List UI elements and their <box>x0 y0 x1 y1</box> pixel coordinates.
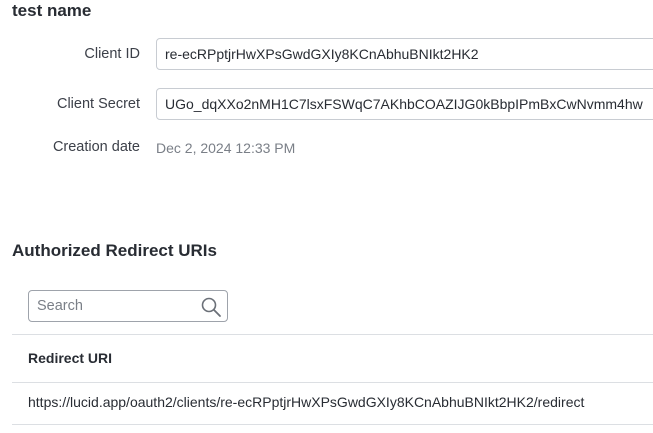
oauth-client-details: test name Client ID re-ecRPptjrHwXPsGwdG… <box>0 0 653 433</box>
client-name-heading: test name <box>12 1 92 20</box>
table-header-divider <box>12 382 653 383</box>
table-row-divider <box>12 424 653 425</box>
search-input[interactable] <box>29 291 197 321</box>
column-header-redirect-uri: Redirect URI <box>28 350 113 366</box>
redirect-uris-heading: Authorized Redirect URIs <box>12 241 217 260</box>
creation-date-label: Creation date <box>52 139 140 155</box>
search-icon[interactable] <box>200 296 222 318</box>
client-secret-label: Client Secret <box>56 96 140 112</box>
client-id-label: Client ID <box>84 46 140 62</box>
search-box[interactable] <box>28 290 228 322</box>
client-secret-field[interactable]: UGo_dqXXo2nMH1C7lsxFSWqC7AKhbCOAZIJG0kBb… <box>156 88 653 120</box>
client-id-field[interactable]: re-ecRPptjrHwXPsGwdGXIy8KCnAbhuBNIkt2HK2 <box>156 38 653 70</box>
table-row-redirect-uri: https://lucid.app/oauth2/clients/re-ecRP… <box>28 394 585 410</box>
creation-date-value: Dec 2, 2024 12:33 PM <box>156 140 296 156</box>
table-top-divider <box>12 334 653 335</box>
